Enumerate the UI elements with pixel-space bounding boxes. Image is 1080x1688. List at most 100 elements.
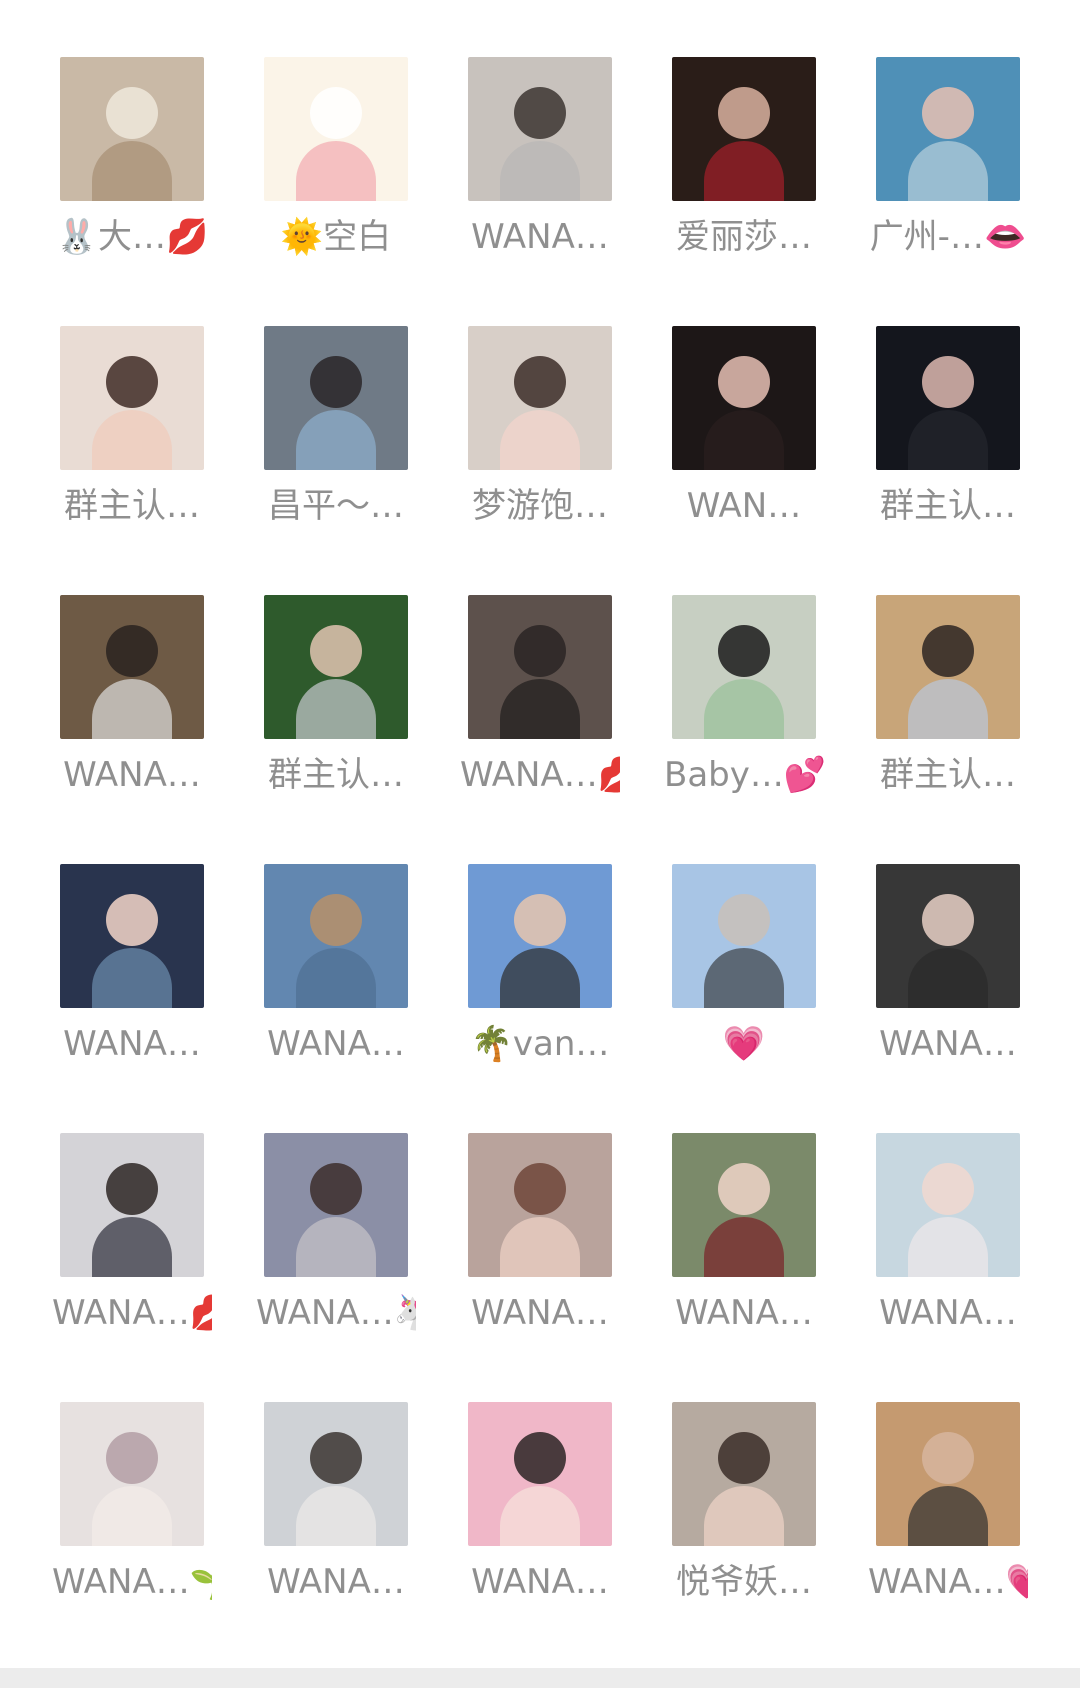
avatar-head-shape: [514, 87, 566, 139]
member-avatar[interactable]: [876, 864, 1020, 1008]
avatar-head-shape: [310, 625, 362, 677]
member-avatar[interactable]: [60, 1133, 204, 1277]
member-avatar[interactable]: [60, 864, 204, 1008]
member-avatar[interactable]: [60, 595, 204, 739]
member-cell[interactable]: WANA…: [60, 595, 204, 805]
avatar-head-shape: [310, 894, 362, 946]
member-cell[interactable]: 🌞空白: [264, 57, 408, 267]
member-avatar[interactable]: [672, 595, 816, 739]
member-cell[interactable]: WANA…: [876, 864, 1020, 1074]
member-cell[interactable]: WANA…: [672, 1133, 816, 1343]
avatar-head-shape: [106, 894, 158, 946]
member-cell[interactable]: WANA…💋: [460, 595, 620, 805]
avatar-head-shape: [514, 1432, 566, 1484]
member-cell[interactable]: 群主认…: [264, 595, 408, 805]
member-name: 🌴van…: [470, 1024, 610, 1064]
avatar-body-shape: [500, 1486, 580, 1546]
member-avatar[interactable]: [672, 326, 816, 470]
avatar-body-shape: [908, 948, 988, 1008]
avatar-head-shape: [718, 1163, 770, 1215]
member-cell[interactable]: 群主认…: [876, 326, 1020, 536]
avatar-body-shape: [908, 1486, 988, 1546]
member-avatar[interactable]: [468, 864, 612, 1008]
member-cell[interactable]: WANA…💋: [52, 1133, 212, 1343]
avatar-head-shape: [718, 356, 770, 408]
member-avatar[interactable]: [672, 864, 816, 1008]
member-cell[interactable]: 爱丽莎…: [672, 57, 816, 267]
member-cell[interactable]: 广州-…👄: [870, 57, 1026, 267]
member-cell[interactable]: WANA…: [264, 864, 408, 1074]
member-avatar[interactable]: [468, 595, 612, 739]
avatar-head-shape: [514, 356, 566, 408]
member-avatar[interactable]: [468, 57, 612, 201]
member-cell[interactable]: WANA…: [60, 864, 204, 1074]
member-cell[interactable]: 🌴van…: [468, 864, 612, 1074]
avatar-head-shape: [922, 87, 974, 139]
member-cell[interactable]: 💗: [672, 864, 816, 1074]
avatar-head-shape: [718, 894, 770, 946]
member-avatar[interactable]: [468, 1402, 612, 1546]
member-avatar[interactable]: [672, 1402, 816, 1546]
member-name: WANA…: [471, 217, 609, 257]
member-avatar[interactable]: [468, 1133, 612, 1277]
member-cell[interactable]: WANA…: [264, 1402, 408, 1612]
member-avatar[interactable]: [60, 1402, 204, 1546]
member-cell[interactable]: 群主认…: [60, 326, 204, 536]
avatar-head-shape: [106, 1163, 158, 1215]
member-avatar[interactable]: [876, 595, 1020, 739]
member-avatar[interactable]: [264, 1402, 408, 1546]
avatar-body-shape: [296, 1486, 376, 1546]
member-avatar[interactable]: [60, 326, 204, 470]
avatar-body-shape: [500, 1217, 580, 1277]
member-cell[interactable]: WANA…🦄: [256, 1133, 416, 1343]
avatar-head-shape: [106, 1432, 158, 1484]
avatar-head-shape: [922, 1163, 974, 1215]
avatar-body-shape: [296, 410, 376, 470]
avatar-head-shape: [106, 625, 158, 677]
member-avatar[interactable]: [672, 57, 816, 201]
member-name: WANA…: [267, 1024, 405, 1064]
avatar-body-shape: [92, 410, 172, 470]
member-avatar[interactable]: [264, 57, 408, 201]
avatar-body-shape: [92, 141, 172, 201]
member-avatar[interactable]: [264, 326, 408, 470]
member-avatar[interactable]: [264, 1133, 408, 1277]
member-cell[interactable]: 群主认…: [876, 595, 1020, 805]
avatar-body-shape: [704, 141, 784, 201]
member-cell[interactable]: WANA…: [468, 1133, 612, 1343]
member-avatar[interactable]: [468, 326, 612, 470]
member-avatar[interactable]: [876, 1402, 1020, 1546]
member-avatar[interactable]: [876, 1133, 1020, 1277]
member-cell[interactable]: 梦游饱…: [468, 326, 612, 536]
avatar-body-shape: [296, 948, 376, 1008]
member-cell[interactable]: WANA…: [468, 1402, 612, 1612]
avatar-head-shape: [106, 356, 158, 408]
avatar-head-shape: [718, 1432, 770, 1484]
avatar-head-shape: [310, 356, 362, 408]
member-cell[interactable]: 🐰大…💋: [56, 57, 208, 267]
member-cell[interactable]: WAN…: [672, 326, 816, 536]
member-cell[interactable]: WANA…🌱: [52, 1402, 212, 1612]
member-cell[interactable]: WANA…💗: [868, 1402, 1028, 1612]
member-cell[interactable]: WANA…: [876, 1133, 1020, 1343]
member-avatar[interactable]: [876, 57, 1020, 201]
member-name: 昌平～…: [268, 486, 404, 526]
avatar-head-shape: [514, 625, 566, 677]
member-avatar[interactable]: [264, 595, 408, 739]
member-cell[interactable]: Baby…💕: [664, 595, 824, 805]
member-name: WANA…🦄: [256, 1293, 416, 1333]
member-cell[interactable]: 昌平～…: [264, 326, 408, 536]
member-name: 群主认…: [64, 486, 200, 526]
avatar-head-shape: [922, 1432, 974, 1484]
member-cell[interactable]: WANA…: [468, 57, 612, 267]
member-avatar[interactable]: [876, 326, 1020, 470]
member-name: 群主认…: [880, 486, 1016, 526]
member-avatar[interactable]: [60, 57, 204, 201]
avatar-head-shape: [106, 87, 158, 139]
avatar-body-shape: [92, 1486, 172, 1546]
member-cell[interactable]: 悦爷妖…: [672, 1402, 816, 1612]
avatar-head-shape: [310, 1432, 362, 1484]
member-avatar[interactable]: [672, 1133, 816, 1277]
member-avatar[interactable]: [264, 864, 408, 1008]
member-name: WANA…: [63, 1024, 201, 1064]
